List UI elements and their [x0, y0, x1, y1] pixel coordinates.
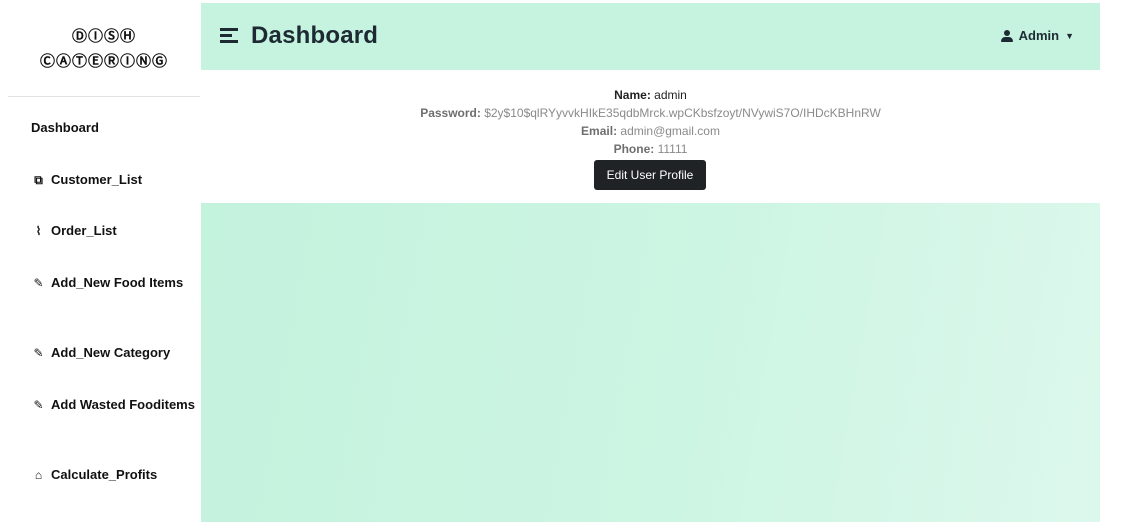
- paperclip-icon: ✎: [33, 398, 44, 412]
- profile-name: Name: admin: [201, 87, 1100, 103]
- profile-email: Email: admin@gmail.com: [201, 123, 1100, 139]
- sidebar-item-label: Dashboard: [31, 120, 99, 135]
- sidebar-item-label: Calculate_Profits: [51, 467, 158, 482]
- user-dropdown[interactable]: Admin ▼: [1000, 28, 1074, 43]
- main-content-area: [201, 203, 1100, 522]
- sidebar-item-dashboard[interactable]: Dashboard: [31, 118, 196, 138]
- profile-email-value: admin@gmail.com: [617, 124, 720, 138]
- paperclip-icon: ✎: [33, 346, 44, 360]
- brand-line-1: ⒹⒾⓈⒽ: [71, 27, 136, 45]
- profile-name-value: admin: [650, 88, 687, 102]
- top-header: Dashboard Admin ▼: [201, 3, 1100, 70]
- sidebar-item-label: Order_List: [51, 223, 117, 238]
- page-title: Dashboard: [251, 22, 379, 49]
- profile-password: Password: $2y$10$qlRYyvvkHIkE35qdbMrck.w…: [201, 105, 1100, 121]
- brand-logo[interactable]: ⒹⒾⓈⒽ ⒸⒶⓉⒺⓇⒾⓃⒼ: [8, 24, 200, 74]
- sidebar-item-customer-list[interactable]: ⧉ Customer_List: [31, 170, 196, 190]
- profile-phone-label: Phone:: [613, 142, 655, 156]
- sidebar-item-add-new-food-items[interactable]: ✎ Add_New Food Items: [31, 273, 196, 293]
- profile-phone: Phone: 11111: [201, 141, 1100, 157]
- sidebar-item-label: Customer_List: [51, 172, 143, 187]
- caret-down-icon: ▼: [1065, 30, 1074, 41]
- sidebar-divider: [8, 96, 200, 97]
- menu-toggle-icon[interactable]: [220, 27, 238, 45]
- paperclip-icon: ✎: [33, 276, 44, 290]
- brand-line-2: ⒸⒶⓉⒺⓇⒾⓃⒼ: [39, 52, 168, 70]
- gift-icon: ⌂: [34, 468, 43, 482]
- profile-name-label: Name:: [614, 88, 651, 102]
- line-chart-icon: ⌇: [35, 224, 42, 238]
- user-dropdown-label: Admin: [1018, 28, 1060, 43]
- sidebar-item-add-wasted-fooditems[interactable]: ✎ Add Wasted Fooditems: [31, 395, 196, 415]
- profile-phone-value: 11111: [654, 142, 688, 156]
- profile-email-label: Email:: [581, 124, 618, 138]
- edit-user-profile-button[interactable]: Edit User Profile: [594, 160, 706, 190]
- sidebar-item-calculate-profits[interactable]: ⌂ Calculate_Profits: [31, 465, 196, 485]
- sidebar: ⒹⒾⓈⒽ ⒸⒶⓉⒺⓇⒾⓃⒼ Dashboard ⧉ Customer_List ⌇…: [0, 0, 200, 532]
- sitemap-icon: ⧉: [34, 173, 43, 187]
- sidebar-item-label: Add_New Category: [51, 345, 171, 360]
- profile-password-label: Password:: [420, 106, 481, 120]
- profile-password-value: $2y$10$qlRYyvvkHIkE35qdbMrck.wpCKbsfzoyt…: [480, 106, 881, 120]
- sidebar-item-label: Add_New Food Items: [51, 275, 184, 290]
- sidebar-item-order-list[interactable]: ⌇ Order_List: [31, 221, 196, 241]
- user-icon: [1000, 29, 1013, 42]
- user-profile-card: Name: admin Password: $2y$10$qlRYyvvkHIk…: [201, 70, 1100, 203]
- sidebar-item-add-new-category[interactable]: ✎ Add_New Category: [31, 343, 196, 363]
- sidebar-item-label: Add Wasted Fooditems: [51, 397, 195, 412]
